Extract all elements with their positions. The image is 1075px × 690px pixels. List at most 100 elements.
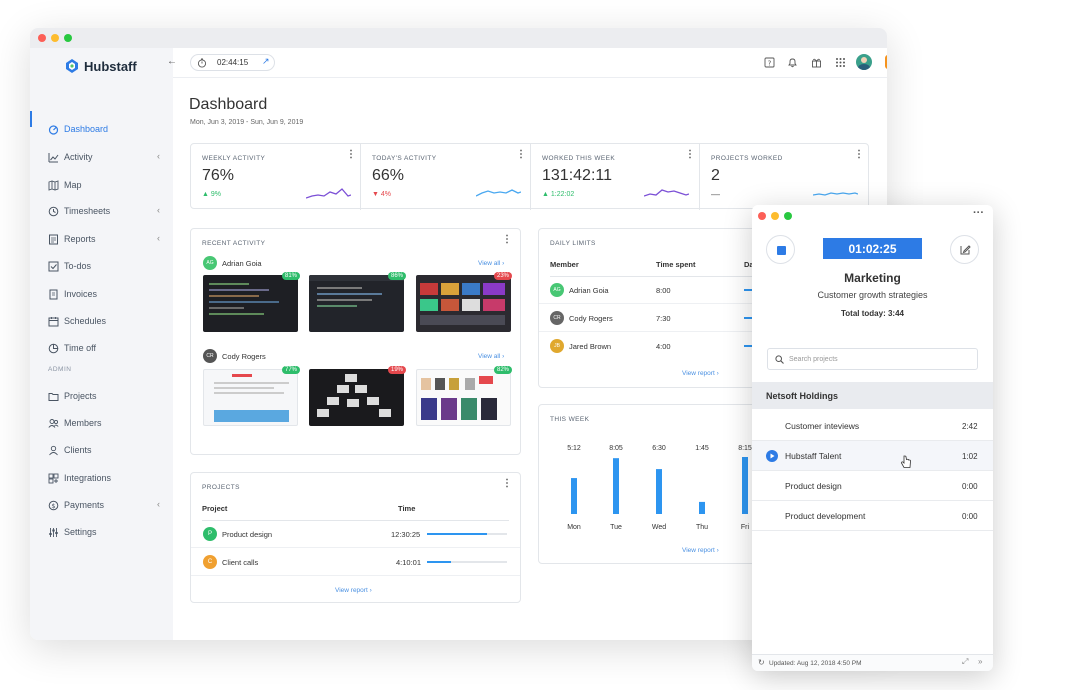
kebab-menu-icon[interactable]: ⋮: [685, 150, 695, 160]
gift-icon[interactable]: [811, 57, 822, 68]
stat-delta-value: —: [711, 189, 720, 199]
bell-icon[interactable]: [787, 57, 798, 68]
sidebar-item-dashboard[interactable]: Dashboard: [48, 119, 168, 139]
edit-button[interactable]: [950, 235, 979, 264]
bar-category-label: Fri: [741, 524, 750, 531]
collapse-sidebar-arrow-icon[interactable]: ←: [167, 56, 177, 67]
minimize-window-button[interactable]: [51, 34, 59, 42]
sidebar-item-clients[interactable]: Clients: [48, 440, 168, 460]
project-item-name: Product development: [785, 511, 866, 521]
bar-category-label: Tue: [610, 524, 622, 531]
user-avatar[interactable]: [856, 54, 872, 70]
kebab-menu-icon[interactable]: ⋮: [502, 479, 512, 489]
dashboard-icon: [48, 124, 59, 135]
total-today: Total today: 3:44: [841, 309, 904, 318]
sidebar-item-label: To-dos: [64, 261, 92, 271]
help-icon[interactable]: ?: [764, 57, 775, 68]
screenshot-thumbnail[interactable]: [309, 369, 404, 426]
sidebar-item-time-off[interactable]: Time off: [48, 338, 168, 358]
expand-chevrons-icon[interactable]: »: [978, 657, 982, 666]
resize-icon[interactable]: ⤢: [962, 657, 968, 667]
view-report-link[interactable]: View report ›: [335, 587, 372, 594]
organization-badge[interactable]: K: [885, 55, 887, 69]
sidebar-item-reports[interactable]: Reports ‹: [48, 229, 168, 249]
bar-tue[interactable]: [613, 458, 619, 514]
view-report-link[interactable]: View report ›: [682, 370, 719, 377]
sidebar-item-schedules[interactable]: Schedules: [48, 311, 168, 331]
table-row[interactable]: AG Adrian Goia 8:00: [539, 276, 777, 304]
sidebar-item-activity[interactable]: Activity ‹: [48, 147, 168, 167]
view-report-link[interactable]: View report ›: [682, 547, 719, 554]
bar-category-label: Wed: [652, 524, 666, 531]
close-window-button[interactable]: [758, 212, 766, 220]
chevron-left-icon: ‹: [157, 151, 160, 161]
screenshot-thumbnail[interactable]: [416, 369, 511, 426]
maximize-window-button[interactable]: [64, 34, 72, 42]
play-icon[interactable]: [766, 450, 778, 462]
sidebar-item-integrations[interactable]: Integrations: [48, 468, 168, 488]
stat-delta-value: 9%: [210, 191, 221, 198]
minimize-window-button[interactable]: [771, 212, 779, 220]
avatar: JB: [550, 339, 564, 353]
project-item-time: 2:42: [962, 422, 978, 431]
refresh-icon[interactable]: ↻: [758, 658, 765, 667]
chevron-left-icon: ‹: [157, 233, 160, 243]
view-all-link[interactable]: View all ›: [478, 353, 504, 360]
avatar: AG: [203, 256, 217, 270]
sidebar-item-members[interactable]: Members: [48, 413, 168, 433]
sidebar-item-payments[interactable]: $ Payments ‹: [48, 495, 168, 515]
sidebar-item-settings[interactable]: Settings: [48, 522, 168, 542]
close-window-button[interactable]: [38, 34, 46, 42]
view-all-link[interactable]: View all ›: [478, 260, 504, 267]
search-projects-input[interactable]: Search projects: [767, 348, 978, 370]
top-bar: ← 02:44:15 ↗ ? K: [167, 48, 887, 78]
bar-thu[interactable]: [699, 501, 705, 514]
kebab-menu-icon[interactable]: ⋮: [516, 150, 526, 160]
more-options-icon[interactable]: ···: [973, 207, 984, 219]
project-time: 4:10:01: [396, 558, 422, 567]
column-header-time: Time: [398, 504, 416, 513]
sidebar: Hubstaff Dashboard Activity ‹ Map Timesh…: [30, 48, 173, 640]
bar-fri[interactable]: [742, 457, 748, 514]
stat-weekly-activity: WEEKLY ACTIVITY ⋮ 76% ▲ 9%: [191, 144, 361, 210]
app-logo[interactable]: Hubstaff: [64, 58, 137, 74]
screenshot-thumbnail[interactable]: [203, 369, 298, 426]
stop-timer-button[interactable]: [766, 235, 795, 264]
project-avatar: P: [203, 527, 217, 541]
kebab-menu-icon[interactable]: ⋮: [854, 150, 864, 160]
screenshot-thumbnail[interactable]: [416, 275, 511, 332]
activity-badge: 23%: [494, 272, 513, 280]
activity-badge: 81%: [282, 272, 301, 280]
project-list-item-active[interactable]: Hubstaff Talent 1:02: [752, 441, 993, 471]
sidebar-item-invoices[interactable]: Invoices: [48, 284, 168, 304]
open-timer-arrow-icon[interactable]: ↗: [262, 56, 270, 67]
stat-projects-worked: PROJECTS WORKED ⋮ 2 —: [700, 144, 870, 210]
popup-footer: ↻ Updated: Aug 12, 2018 4:50 PM ⤢ »: [752, 654, 993, 671]
table-row[interactable]: C Client calls 4:10:01: [191, 548, 520, 576]
bar-value-label: 1:45: [695, 445, 709, 452]
screenshot-thumbnail[interactable]: [203, 275, 298, 332]
sidebar-item-timesheets[interactable]: Timesheets ‹: [48, 201, 168, 221]
maximize-window-button[interactable]: [784, 212, 792, 220]
sidebar-item-projects[interactable]: Projects: [48, 386, 168, 406]
project-list-item[interactable]: Product development 0:00: [752, 501, 993, 531]
kebab-menu-icon[interactable]: ⋮: [346, 150, 356, 160]
apps-grid-icon[interactable]: [835, 57, 846, 68]
kebab-menu-icon[interactable]: ⋮: [502, 235, 512, 245]
table-row[interactable]: CR Cody Rogers 7:30: [539, 304, 777, 332]
project-list-item[interactable]: Customer inteviews 2:42: [752, 411, 993, 441]
timer-popup-window: ··· 01:02:25 Marketing Customer growth s…: [752, 205, 993, 671]
table-row[interactable]: P Product design 12:30:25: [191, 520, 520, 548]
project-list-item[interactable]: Product design 0:00: [752, 471, 993, 501]
bar-mon[interactable]: [571, 478, 577, 514]
view-report-label: View report: [682, 547, 715, 554]
screenshot-thumbnail[interactable]: [309, 275, 404, 332]
sidebar-item-todos[interactable]: To-dos: [48, 256, 168, 276]
sidebar-item-label: Dashboard: [64, 124, 109, 134]
project-item-name: Product design: [785, 481, 842, 491]
project-name: Product design: [222, 530, 273, 539]
bar-wed[interactable]: [656, 469, 662, 514]
timer-widget[interactable]: 02:44:15 ↗: [190, 54, 275, 71]
table-row[interactable]: JB Jared Brown 4:00: [539, 332, 777, 360]
sidebar-item-map[interactable]: Map: [48, 175, 168, 195]
